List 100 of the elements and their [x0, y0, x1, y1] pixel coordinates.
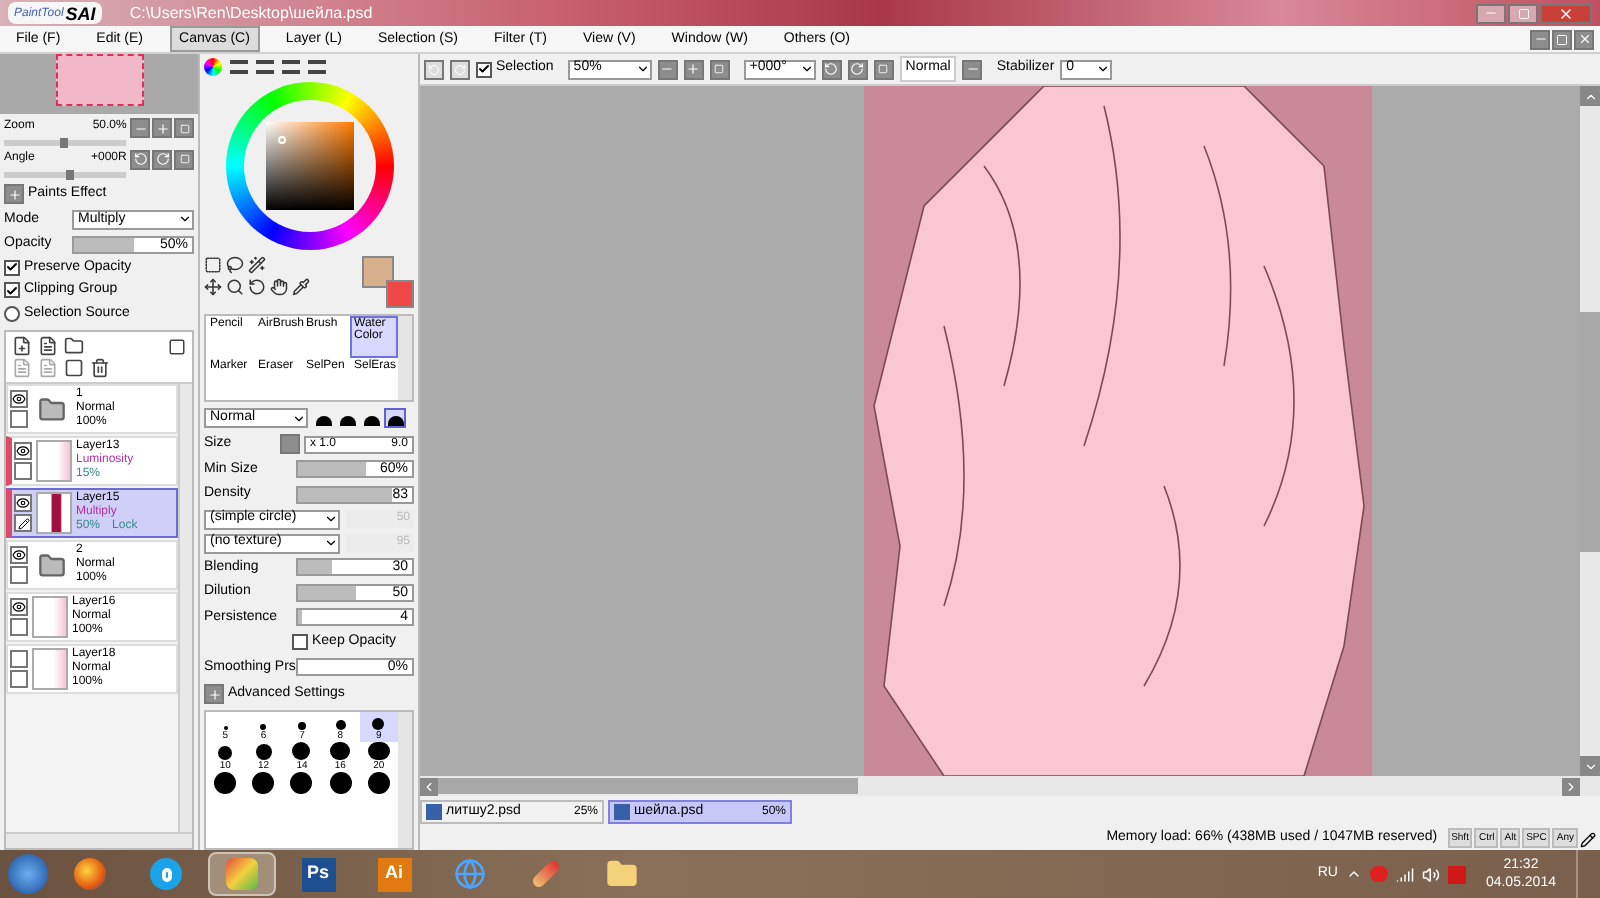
lock-toggle[interactable]	[10, 618, 28, 636]
visibility-toggle[interactable]	[10, 650, 28, 668]
scrollbar[interactable]	[398, 316, 412, 400]
new-folder-icon[interactable]	[64, 336, 84, 356]
slider-thumb[interactable]	[65, 170, 74, 180]
close-icon	[1577, 32, 1591, 46]
visibility-toggle[interactable]	[10, 390, 28, 408]
tray-expand-icon[interactable]	[1345, 866, 1362, 882]
brush-tip-shape[interactable]	[384, 408, 406, 428]
visibility-toggle[interactable]	[10, 598, 28, 616]
scroll-right-button[interactable]	[1562, 777, 1580, 795]
checkbox[interactable]	[292, 634, 308, 651]
scroll-up-button[interactable]	[1580, 86, 1600, 106]
checkbox[interactable]	[4, 282, 20, 299]
arrow-up-icon	[1583, 89, 1597, 103]
maximize-button[interactable]	[1508, 3, 1538, 23]
secondary-color-swatch[interactable]	[386, 280, 414, 308]
minimize-button[interactable]	[1530, 29, 1550, 49]
scrollbar[interactable]	[6, 832, 192, 848]
zoom-out-button[interactable]	[130, 118, 151, 138]
minimize-icon	[1484, 6, 1498, 20]
volume-icon[interactable]	[1421, 865, 1440, 883]
zoom-icon[interactable]	[226, 278, 244, 296]
visibility-toggle[interactable]	[14, 442, 32, 460]
close-button[interactable]	[1574, 29, 1594, 49]
rect-select-icon[interactable]	[204, 256, 222, 274]
rotate-left-button[interactable]	[130, 149, 151, 169]
paint-app-icon	[226, 858, 258, 890]
square-icon	[179, 123, 190, 133]
visibility-toggle[interactable]	[10, 546, 28, 564]
scroll-down-button[interactable]	[1580, 756, 1600, 776]
checkbox[interactable]	[4, 259, 20, 276]
minimize-button[interactable]	[1476, 3, 1506, 23]
undo-button[interactable]	[424, 59, 444, 79]
reset-button[interactable]	[873, 59, 894, 79]
rotate-left-button[interactable]	[821, 59, 842, 79]
primary-color-swatch[interactable]	[362, 256, 394, 288]
zoom-in-button[interactable]	[152, 118, 173, 138]
app-icon: Ps	[301, 857, 335, 891]
checkbox[interactable]	[476, 61, 492, 77]
slider-track[interactable]	[4, 140, 127, 146]
square-icon	[878, 64, 889, 74]
scrollbar-thumb[interactable]	[438, 778, 858, 794]
eyedropper-icon[interactable]	[292, 278, 310, 296]
eye-icon	[12, 600, 26, 614]
maximize-button[interactable]	[1552, 29, 1572, 49]
visibility-toggle[interactable]	[14, 494, 32, 512]
file-icon	[426, 804, 442, 820]
zoom-in-button[interactable]	[683, 59, 704, 79]
eye-icon	[12, 392, 26, 406]
square-icon	[714, 64, 725, 74]
rotate-left-icon	[824, 62, 839, 76]
expand-button[interactable]	[4, 184, 24, 205]
flip-button[interactable]	[962, 59, 983, 79]
color-square[interactable]	[265, 122, 353, 210]
rotate-right-button[interactable]	[847, 59, 868, 79]
close-button[interactable]	[1540, 3, 1592, 23]
globe-icon	[454, 858, 486, 890]
chat-icon	[150, 858, 182, 890]
new-mask-icon[interactable]	[38, 336, 58, 356]
lasso-icon[interactable]	[226, 256, 244, 274]
minus-icon	[660, 62, 675, 76]
scrollbar-thumb[interactable]	[1580, 311, 1600, 551]
checkmark-icon	[478, 62, 490, 76]
reset-button[interactable]	[174, 149, 195, 169]
lock-toggle[interactable]	[14, 462, 32, 480]
scrollbar[interactable]	[178, 384, 192, 832]
logo-mark: SAI	[65, 4, 96, 24]
reset-button[interactable]	[174, 118, 195, 138]
zoom-out-button[interactable]	[657, 59, 678, 79]
lock-toggle[interactable]	[14, 514, 32, 532]
new-layer-icon[interactable]	[12, 336, 32, 356]
hand-icon[interactable]	[270, 278, 288, 296]
redo-button[interactable]	[450, 59, 470, 79]
minimize-icon	[1533, 32, 1547, 46]
scroll-left-button[interactable]	[420, 777, 438, 795]
magic-wand-icon[interactable]	[248, 256, 266, 274]
slider-thumb[interactable]	[59, 138, 68, 148]
delete-icon[interactable]	[90, 358, 110, 378]
rotate-right-button[interactable]	[152, 149, 173, 169]
lock-toggle[interactable]	[10, 670, 28, 688]
radio-button[interactable]	[4, 305, 20, 322]
color-picker-marker[interactable]	[277, 136, 285, 144]
rotate-icon[interactable]	[248, 278, 266, 296]
close-icon	[1558, 5, 1574, 21]
lock-toggle[interactable]	[10, 566, 28, 584]
reset-button[interactable]	[709, 59, 730, 79]
color-wheel-tab-icon[interactable]	[204, 58, 222, 76]
eye-icon	[12, 548, 26, 562]
lock-toggle[interactable]	[10, 410, 28, 428]
scrollbar[interactable]	[398, 711, 412, 848]
rotate-left-icon	[133, 152, 148, 166]
size-menu-button[interactable]	[280, 434, 300, 455]
plus-icon	[686, 62, 701, 76]
move-icon[interactable]	[204, 278, 222, 296]
network-icon[interactable]	[1395, 865, 1414, 883]
start-button[interactable]	[8, 854, 48, 894]
slider-track[interactable]	[4, 172, 127, 178]
taskbar-button[interactable]: Ps	[284, 852, 352, 896]
expand-button[interactable]	[204, 684, 224, 705]
